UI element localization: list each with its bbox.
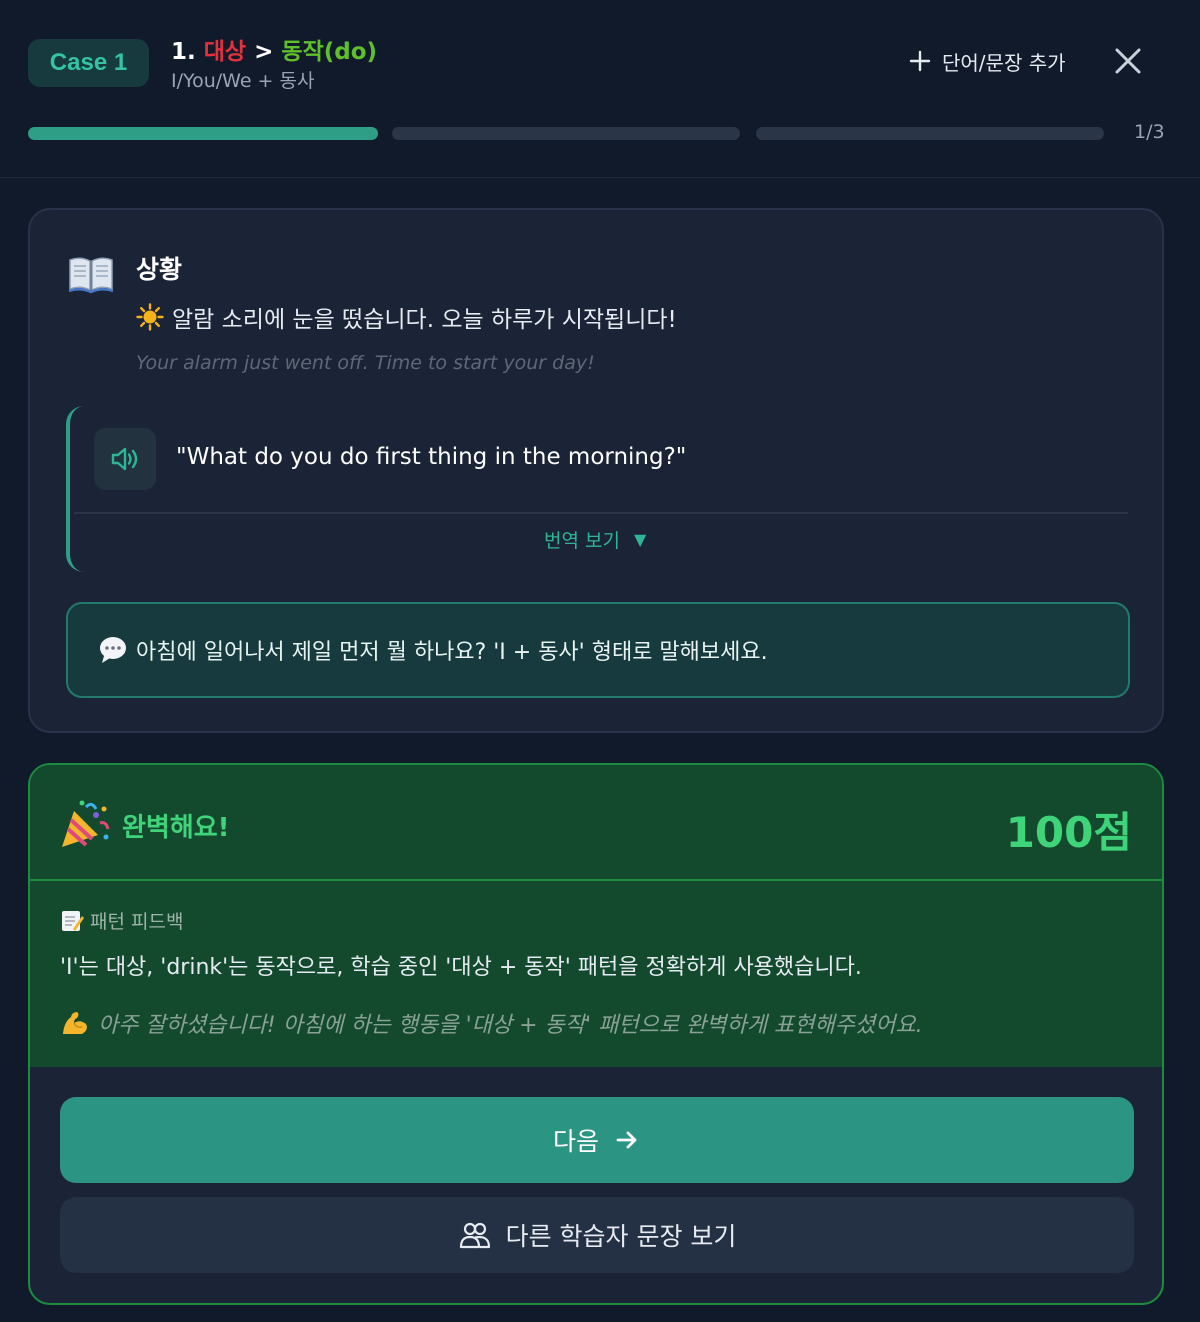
dialogue-quote: "What do you do first thing in the morni… [176,444,687,470]
situation-text-en: Your alarm just went off. Time to start … [136,352,595,374]
progress-segment-3 [756,127,1104,140]
progress-segment-1 [28,127,378,140]
open-book-icon [68,257,114,294]
users-icon [459,1222,490,1249]
view-others-label: 다른 학습자 문장 보기 [505,1222,737,1251]
sun-icon [136,303,164,331]
lesson-title: 1. 대상 > 동작(do) [171,32,377,66]
feedback-label: 패턴 피드백 [60,907,183,934]
arrow-right-icon [616,1131,637,1149]
flexed-biceps-icon [63,1012,87,1034]
memo-icon [62,910,84,931]
lesson-number: 1. [171,39,196,65]
close-icon[interactable] [1112,45,1144,77]
situation-text-ko: 알람 소리에 눈을 떴습니다. 오늘 하루가 시작됩니다! [172,307,677,333]
dialogue-divider [74,512,1128,514]
situation-text: 알람 소리에 눈을 떴습니다. 오늘 하루가 시작됩니다! [136,300,677,334]
score-value: 100점 [1005,808,1132,857]
praise-message: 아주 잘하셨습니다! 아침에 하는 행동을 '대상 + 동작' 패턴으로 완벽하… [60,1007,923,1039]
result-header: 완벽해요! 100점 [30,765,1162,881]
party-popper-icon [62,800,110,847]
feedback-text: 'I'는 대상, 'drink'는 동작으로, 학습 중인 '대상 + 동작' … [60,955,862,980]
praise-text: 아주 잘하셨습니다! 아침에 하는 행동을 '대상 + 동작' 패턴으로 완벽하… [98,1013,923,1038]
header: Case 1 1. 대상 > 동작(do) I/You/We + 동사 단어/문… [0,0,1200,178]
case-badge: Case 1 [28,39,149,87]
add-word-label: 단어/문장 추가 [942,50,1066,75]
lesson-subtitle: I/You/We + 동사 [171,70,315,92]
triangle-down-icon: ▼ [633,530,647,549]
play-audio-button[interactable] [94,428,156,490]
show-translation-label: 번역 보기 [544,530,620,552]
plus-icon [909,50,931,72]
speech-bubble-icon [100,637,126,663]
hint-text: 아침에 일어나서 제일 먼저 뭘 하나요? 'I + 동사' 형태로 말해보세요… [136,640,768,665]
dialogue-box: "What do you do first thing in the morni… [66,406,1130,574]
speaker-icon [111,447,138,471]
dialogue-accent-bar [66,406,88,572]
feedback-label-text: 패턴 피드백 [90,911,184,933]
next-button[interactable]: 다음 [60,1097,1134,1183]
view-others-button[interactable]: 다른 학습자 문장 보기 [60,1197,1134,1273]
progress-counter: 1/3 [1134,121,1165,143]
result-card: 완벽해요! 100점 패턴 피드백 'I'는 대상, 'drink'는 동작으로… [28,763,1164,1305]
hint-box: 아침에 일어나서 제일 먼저 뭘 하나요? 'I + 동사' 형태로 말해보세요… [66,602,1130,698]
progress-segment-2 [392,127,740,140]
lesson-term-action: 동작(do) [281,39,378,65]
show-translation-toggle[interactable]: 번역 보기 ▼ [544,526,646,553]
result-title: 완벽해요! [122,813,230,843]
next-button-label: 다음 [552,1127,599,1156]
lesson-separator: > [254,39,274,65]
result-summary: 완벽해요! 100점 패턴 피드백 'I'는 대상, 'drink'는 동작으로… [30,765,1162,1067]
situation-card: 상황 알람 소리에 눈을 떴습니다. 오늘 하루가 시작됩니다! Your al… [28,208,1164,733]
lesson-term-subject: 대상 [203,39,247,65]
add-word-button[interactable]: 단어/문장 추가 [908,46,1066,76]
situation-title: 상황 [136,255,183,284]
